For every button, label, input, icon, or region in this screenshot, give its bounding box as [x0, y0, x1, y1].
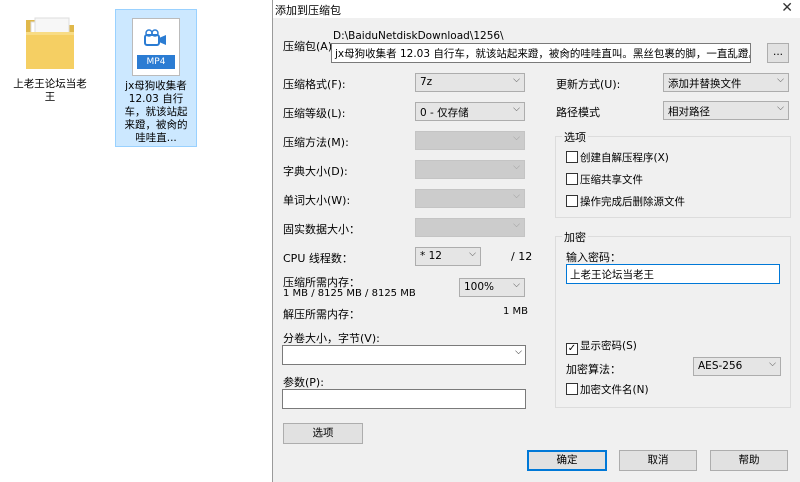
- format-value: 7z: [420, 76, 433, 88]
- mem-decomp-label: 解压所需内存：: [283, 308, 360, 321]
- chevron-down-icon: ⌵: [513, 191, 520, 201]
- solid-label: 固实数据大小：: [283, 223, 360, 236]
- word-label: 单词大小(W):: [283, 194, 351, 207]
- threads-max: / 12: [511, 250, 533, 263]
- encryption-group-title: 加密: [562, 229, 588, 245]
- chevron-down-icon: ⌵: [513, 280, 520, 290]
- help-button[interactable]: 帮助: [710, 450, 788, 471]
- mp4-file-icon: MP4: [132, 18, 180, 76]
- checkbox-box: [566, 151, 578, 163]
- delete-label: 操作完成后删除源文件: [580, 196, 685, 208]
- params-label: 参数(P):: [283, 376, 324, 389]
- archive-path: D:\BaiduNetdiskDownload\1256\: [333, 30, 504, 42]
- show-password-checkbox[interactable]: ✓ 显示密码(S): [566, 338, 637, 355]
- password-input[interactable]: 上老王论坛当老王: [566, 264, 780, 284]
- level-label: 压缩等级(L):: [283, 107, 346, 120]
- options-group-title: 选项: [562, 129, 588, 145]
- threads-label: CPU 线程数：: [283, 252, 353, 265]
- check-icon: ✓: [566, 343, 578, 355]
- sfx-checkbox[interactable]: 创建自解压程序(X): [566, 150, 669, 165]
- ok-button[interactable]: 确定: [527, 450, 607, 471]
- title-bar: 添加到压缩包 ✕: [273, 0, 800, 18]
- enc-method-value: AES-256: [698, 360, 743, 372]
- method-label: 压缩方法(M):: [283, 136, 349, 149]
- dialog-title: 添加到压缩包: [275, 4, 341, 17]
- update-value: 添加并替换文件: [668, 78, 742, 90]
- mem-decomp-value: 1 MB: [503, 306, 529, 317]
- enc-password-label: 输入密码：: [566, 251, 621, 264]
- cancel-button[interactable]: 取消: [619, 450, 697, 471]
- mp4-file-item[interactable]: MP4 jx母狗收集者 12.03 自行车，就该站起来蹬，被肏的哇哇直...: [115, 9, 197, 147]
- chevron-down-icon: ⌵: [469, 249, 476, 259]
- chevron-down-icon: ⌵: [777, 75, 784, 85]
- threads-select[interactable]: * 12 ⌵: [415, 247, 481, 266]
- solid-select[interactable]: ⌵: [415, 218, 525, 237]
- chevron-down-icon: ⌵: [513, 220, 520, 230]
- mem-comp-value: 1 MB / 8125 MB / 8125 MB: [283, 288, 416, 299]
- format-select[interactable]: 7z ⌵: [415, 73, 525, 92]
- method-select[interactable]: ⌵: [415, 131, 525, 150]
- threads-value: * 12: [420, 250, 442, 262]
- enc-method-label: 加密算法：: [566, 363, 621, 376]
- update-label: 更新方式(U):: [556, 78, 621, 91]
- sfx-label: 创建自解压程序(X): [580, 152, 669, 164]
- delete-checkbox[interactable]: 操作完成后删除源文件: [566, 194, 685, 209]
- chevron-down-icon: ⌵: [513, 133, 520, 143]
- checkbox-box: [566, 195, 578, 207]
- chevron-down-icon[interactable]: ⌵: [740, 45, 747, 55]
- browse-button[interactable]: ...: [767, 43, 789, 63]
- checkbox-box: [566, 173, 578, 185]
- password-value: 上老王论坛当老王: [570, 269, 654, 281]
- show-password-label: 显示密码(S): [580, 340, 637, 352]
- format-label: 压缩格式(F):: [283, 78, 346, 91]
- mp4-label: jx母狗收集者 12.03 自行车，就该站起来蹬，被肏的哇哇直...: [124, 80, 188, 144]
- update-select[interactable]: 添加并替换文件 ⌵: [663, 73, 789, 92]
- chevron-down-icon: ⌵: [777, 103, 784, 113]
- folder-item[interactable]: 上老王论坛当老王: [10, 12, 90, 104]
- dict-select[interactable]: ⌵: [415, 160, 525, 179]
- level-value: 0 - 仅存储: [420, 107, 469, 119]
- shared-label: 压缩共享文件: [580, 174, 643, 186]
- pathmode-select[interactable]: 相对路径 ⌵: [663, 101, 789, 120]
- word-select[interactable]: ⌵: [415, 189, 525, 208]
- archive-name-value: jx母狗收集者 12.03 自行车，就该站起来蹬，被肏的哇哇直叫。黑丝包裹的脚，…: [335, 48, 751, 60]
- pathmode-label: 路径模式: [556, 106, 600, 119]
- folder-icon: [26, 17, 74, 69]
- archive-label: 压缩包(A): [283, 40, 333, 53]
- folder-label: 上老王论坛当老王: [13, 78, 87, 103]
- camera-icon: [143, 29, 169, 49]
- checkbox-box: [566, 383, 578, 395]
- level-select[interactable]: 0 - 仅存储 ⌵: [415, 102, 525, 121]
- mem-percent-select[interactable]: 100% ⌵: [459, 278, 525, 297]
- archive-name-input[interactable]: jx母狗收集者 12.03 自行车，就该站起来蹬，被肏的哇哇直叫。黑丝包裹的脚，…: [331, 43, 751, 63]
- chevron-down-icon: ⌵: [513, 75, 520, 85]
- params-input[interactable]: [282, 389, 526, 409]
- desktop: 上老王论坛当老王 MP4 jx母狗收集者 12.03 自行车，就该站起来蹬，被肏…: [0, 0, 272, 482]
- options-button[interactable]: 选项: [283, 423, 363, 444]
- encrypt-names-checkbox[interactable]: 加密文件名(N): [566, 382, 649, 397]
- chevron-down-icon: ⌵: [769, 359, 776, 369]
- dict-label: 字典大小(D):: [283, 165, 348, 178]
- shared-checkbox[interactable]: 压缩共享文件: [566, 172, 643, 187]
- add-to-archive-dialog: 添加到压缩包 ✕ 压缩包(A) D:\BaiduNetdiskDownload\…: [272, 0, 800, 482]
- pathmode-value: 相对路径: [668, 106, 710, 118]
- mp4-badge: MP4: [137, 55, 175, 69]
- encrypt-names-label: 加密文件名(N): [580, 384, 649, 396]
- chevron-down-icon: ⌵: [513, 162, 520, 172]
- chevron-down-icon: ⌵: [513, 104, 520, 114]
- close-icon[interactable]: ✕: [781, 0, 793, 16]
- enc-method-select[interactable]: AES-256 ⌵: [693, 357, 781, 376]
- split-size-input[interactable]: ⌵: [282, 345, 526, 365]
- chevron-down-icon[interactable]: ⌵: [515, 347, 522, 357]
- split-label: 分卷大小，字节(V):: [283, 332, 380, 345]
- mem-percent-value: 100%: [464, 281, 495, 293]
